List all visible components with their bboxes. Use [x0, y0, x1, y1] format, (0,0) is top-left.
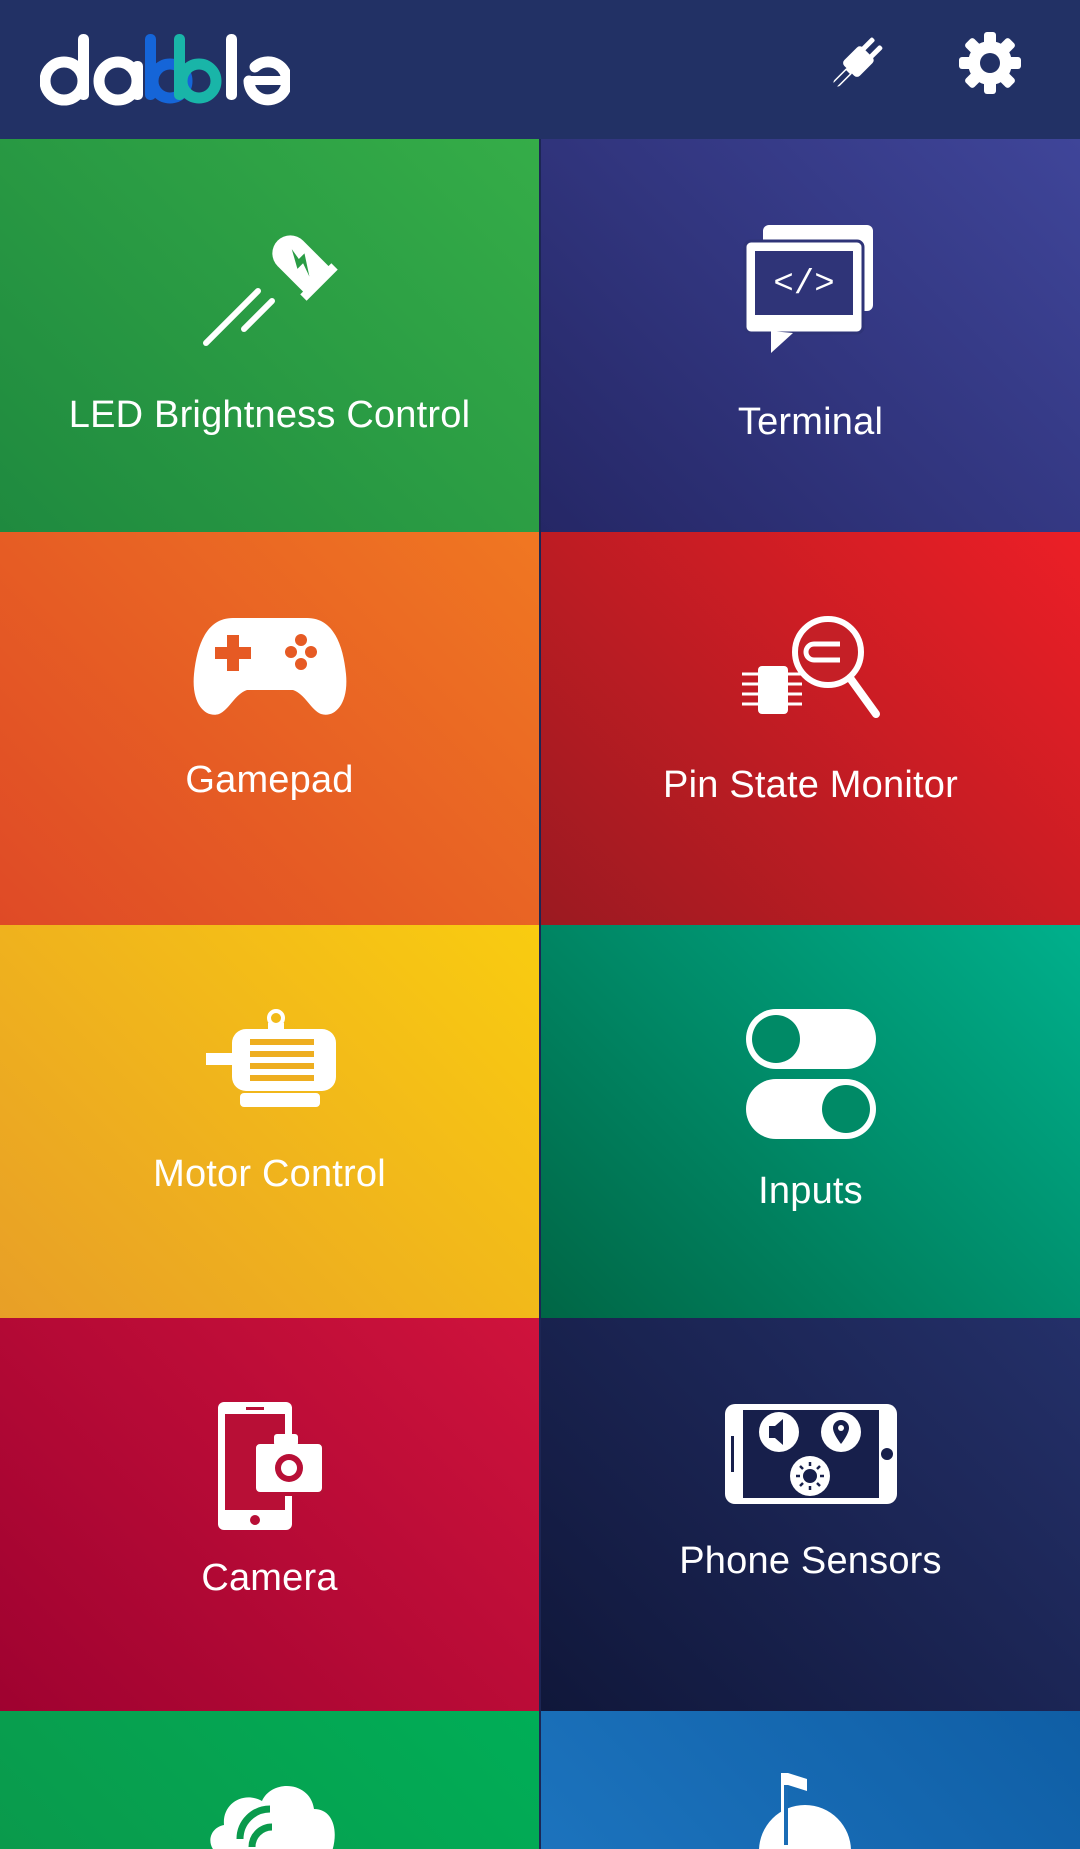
- tile-label: LED Brightness Control: [68, 394, 471, 436]
- tile-label: Terminal: [737, 401, 884, 443]
- plug-icon: [822, 28, 892, 103]
- tile-label: Phone Sensors: [679, 1540, 942, 1582]
- connect-button[interactable]: [820, 28, 894, 102]
- gear-icon: [957, 30, 1023, 101]
- tile-label: Motor Control: [153, 1153, 386, 1195]
- tile-pin-state-monitor[interactable]: Pin State Monitor: [541, 532, 1080, 925]
- phone-sensors-icon: [723, 1402, 899, 1511]
- settings-button[interactable]: [953, 28, 1027, 102]
- tile-label: Camera: [201, 1557, 338, 1599]
- top-app-bar: [0, 0, 1080, 139]
- tile-inputs[interactable]: Inputs: [541, 925, 1080, 1318]
- toggle-switches-icon: [744, 1007, 878, 1146]
- camera-phone-icon: [216, 1400, 326, 1537]
- tile-phone-sensors[interactable]: Phone Sensors: [541, 1318, 1080, 1711]
- tile-music[interactable]: [541, 1711, 1080, 1849]
- motor-icon: [204, 1009, 338, 1116]
- tile-gamepad[interactable]: Gamepad: [0, 532, 539, 925]
- gamepad-icon: [193, 614, 347, 723]
- tile-camera[interactable]: Camera: [0, 1318, 539, 1711]
- tile-led-brightness-control[interactable]: LED Brightness Control: [0, 139, 539, 532]
- grid-divider: [539, 139, 541, 1849]
- tile-motor-control[interactable]: Motor Control: [0, 925, 539, 1318]
- svg-text:</>: </>: [773, 266, 834, 304]
- terminal-icon: </>: [743, 221, 879, 358]
- dabble-logo: [39, 24, 293, 110]
- tile-label: Inputs: [758, 1170, 863, 1212]
- tile-label: Pin State Monitor: [663, 764, 958, 806]
- tile-iot-cloud[interactable]: [0, 1711, 539, 1849]
- led-icon: [200, 219, 340, 354]
- tile-terminal[interactable]: </> Terminal: [541, 139, 1080, 532]
- app-root: LED Brightness Control </> Terminal Game…: [0, 0, 1080, 1849]
- cloud-signal-icon: [200, 1777, 340, 1849]
- music-icon: [755, 1771, 875, 1849]
- pin-monitor-icon: [740, 614, 882, 739]
- tile-label: Gamepad: [185, 759, 354, 801]
